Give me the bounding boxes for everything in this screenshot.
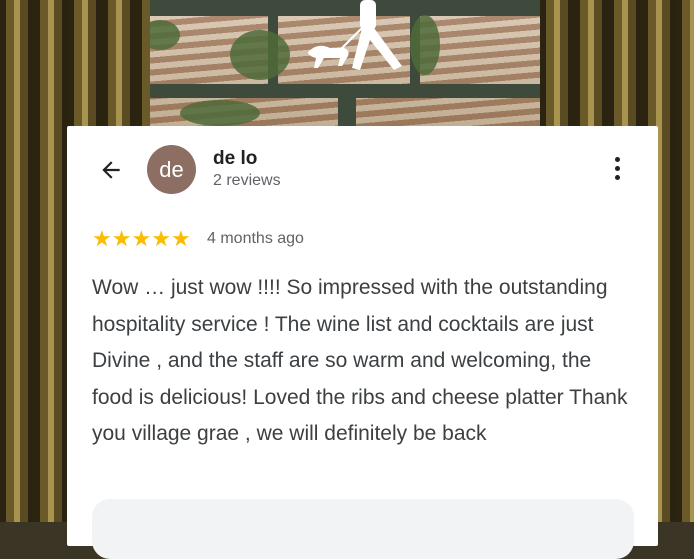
more-options-button[interactable] — [603, 152, 631, 184]
star-icon: ★ — [111, 226, 132, 251]
review-card: de de lo 2 reviews ★ ★ ★ ★ ★ 4 months ag… — [67, 126, 658, 559]
avatar-initials: de — [159, 156, 184, 182]
star-rating: ★ ★ ★ ★ ★ — [92, 227, 191, 251]
avatar[interactable]: de — [147, 145, 196, 194]
back-button[interactable] — [95, 154, 127, 186]
review-count: 2 reviews — [213, 172, 281, 189]
star-icon: ★ — [131, 226, 152, 251]
foliage — [180, 100, 260, 126]
more-vert-icon — [614, 165, 620, 171]
more-vert-icon — [614, 156, 620, 162]
foliage — [410, 15, 440, 75]
walking-figure-silhouette — [308, 0, 402, 70]
arrow-left-icon — [102, 161, 120, 179]
review-time: 4 months ago — [207, 230, 304, 247]
more-vert-icon — [614, 174, 620, 180]
review-text: Wow … just wow !!!! So impressed with th… — [92, 276, 628, 445]
reviewer-name[interactable]: de lo — [213, 148, 257, 170]
foliage — [230, 30, 290, 80]
star-icon: ★ — [92, 226, 112, 251]
star-icon: ★ — [151, 226, 171, 251]
reply-box[interactable] — [92, 499, 634, 559]
star-icon: ★ — [170, 226, 191, 251]
